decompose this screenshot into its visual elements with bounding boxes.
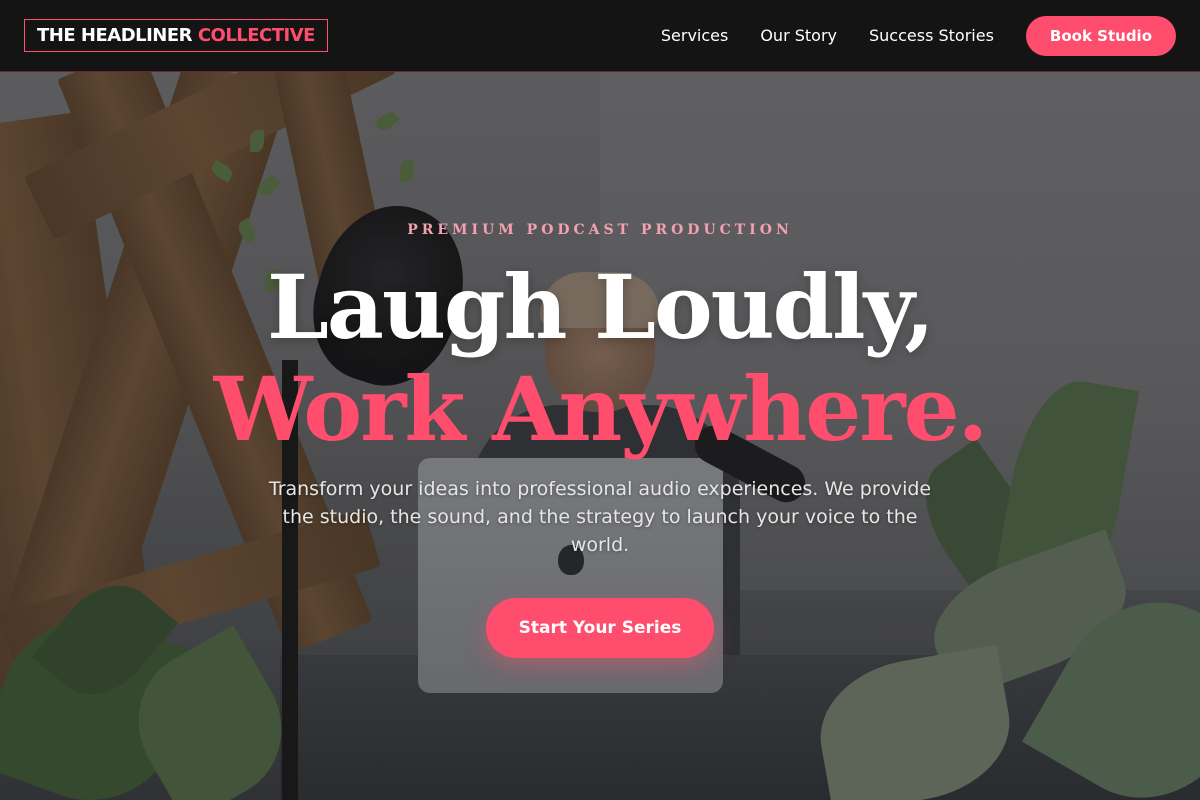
nav-link-our-story[interactable]: Our Story [760,26,837,45]
nav-links: Services Our Story Success Stories Book … [661,15,1176,56]
nav-link-services[interactable]: Services [661,26,728,45]
brand-name-accent: COLLECTIVE [197,25,316,46]
hero-eyebrow: PREMIUM PODCAST PRODUCTION [407,222,793,238]
start-your-series-button[interactable]: Start Your Series [486,598,714,658]
hero-headline-line2: Work Anywhere. [213,357,988,461]
brand-name-main: THE HEADLINER [37,25,193,46]
nav-link-success-stories[interactable]: Success Stories [869,26,994,45]
brand-logo[interactable]: THE HEADLINER COLLECTIVE [24,19,328,52]
navbar: THE HEADLINER COLLECTIVE Services Our St… [0,0,1200,72]
book-studio-button[interactable]: Book Studio [1025,15,1176,56]
hero-subtext: Transform your ideas into professional a… [268,478,932,556]
hero-content: PREMIUM PODCAST PRODUCTION Laugh Loudly,… [0,72,1200,800]
hero-headline-line1: Laugh Loudly, [267,255,935,359]
